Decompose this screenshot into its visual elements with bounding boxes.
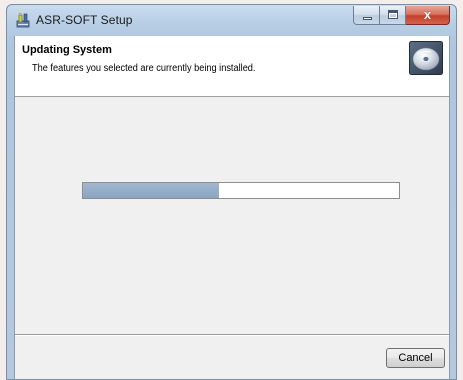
disc-icon xyxy=(409,41,443,75)
window-title: ASR-SOFT Setup xyxy=(36,13,133,27)
minimize-button[interactable] xyxy=(353,6,380,25)
header-banner: Updating System The features you selecte… xyxy=(15,36,449,97)
caption-buttons: x xyxy=(353,6,450,25)
close-button[interactable]: x xyxy=(406,6,450,25)
installer-icon xyxy=(16,12,30,28)
title-bar[interactable]: ASR-SOFT Setup x xyxy=(7,5,456,37)
minimize-icon xyxy=(363,17,372,20)
setup-window: ASR-SOFT Setup x Updating System The fea… xyxy=(6,4,457,380)
progress-fill xyxy=(83,183,219,198)
close-icon: x xyxy=(423,7,432,22)
page-description: The features you selected are currently … xyxy=(32,63,256,74)
footer-divider xyxy=(15,334,449,336)
page-title: Updating System xyxy=(22,44,112,56)
install-progress-bar xyxy=(82,182,400,199)
maximize-button[interactable] xyxy=(380,6,406,25)
cancel-button[interactable]: Cancel xyxy=(386,348,445,368)
dialog-body: Updating System The features you selecte… xyxy=(14,36,450,379)
maximize-icon xyxy=(388,10,398,19)
